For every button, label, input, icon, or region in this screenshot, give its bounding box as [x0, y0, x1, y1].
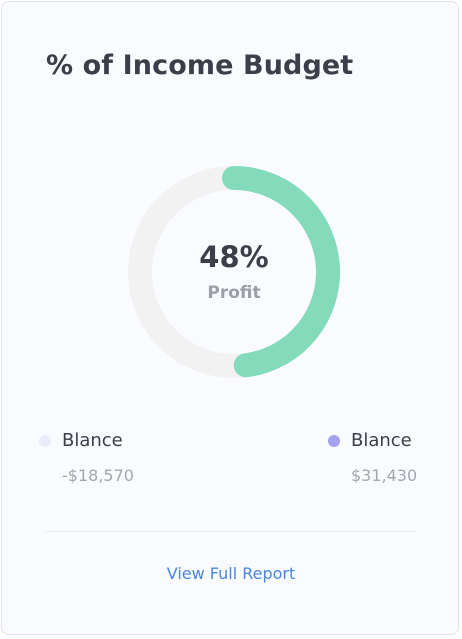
divider: [45, 531, 417, 532]
legend-value-left: -$18,570: [62, 466, 134, 485]
donut-sub-label: Profit: [207, 283, 261, 303]
legend-label-left: Blance: [62, 430, 123, 451]
legend-dot-right: [328, 435, 340, 447]
donut-percent-value: 48%: [199, 240, 269, 274]
donut-center: 48% Profit: [128, 166, 340, 378]
income-budget-card: % of Income Budget 48% Profit Blance -$1…: [1, 1, 459, 635]
legend-dot-left: [39, 435, 51, 447]
profit-donut-chart: 48% Profit: [128, 166, 340, 378]
legend-value-right: $31,430: [351, 466, 418, 485]
view-full-report-link[interactable]: View Full Report: [2, 564, 460, 583]
card-title: % of Income Budget: [46, 50, 354, 81]
legend-label-right: Blance: [351, 430, 412, 451]
